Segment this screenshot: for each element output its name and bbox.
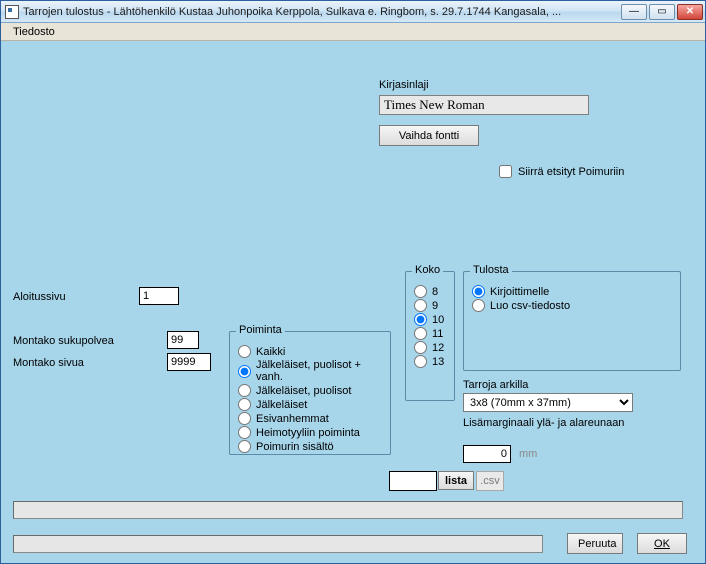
list-name-input[interactable] <box>389 471 437 491</box>
poiminta-legend: Poiminta <box>236 324 285 336</box>
tulosta-legend: Tulosta <box>470 264 512 276</box>
tulosta-option[interactable]: Luo csv-tiedosto <box>472 299 672 312</box>
koko-radio[interactable] <box>414 285 427 298</box>
poiminta-label: Jälkeläiset <box>256 399 307 411</box>
poiminta-radio[interactable] <box>238 440 251 453</box>
start-page-label: Aloitussivu <box>13 291 66 303</box>
poiminta-radio[interactable] <box>238 365 251 378</box>
font-label: Kirjasinlaji <box>379 79 429 91</box>
transfer-checkbox[interactable]: Siirrä etsityt Poimuriin <box>499 165 624 178</box>
koko-radio[interactable] <box>414 327 427 340</box>
koko-radio[interactable] <box>414 355 427 368</box>
lista-button[interactable]: lista <box>438 471 474 490</box>
poiminta-label: Kaikki <box>256 346 285 358</box>
pages-label: Montako sivua <box>13 357 84 369</box>
koko-label: 13 <box>432 356 444 368</box>
sheet-select[interactable]: 3x8 (70mm x 37mm) <box>463 393 633 412</box>
koko-label: 9 <box>432 300 438 312</box>
margin-unit: mm <box>519 448 537 460</box>
generations-label: Montako sukupolvea <box>13 335 114 347</box>
koko-option[interactable]: 11 <box>414 327 446 340</box>
close-button[interactable]: ✕ <box>677 4 703 20</box>
koko-option[interactable]: 8 <box>414 285 446 298</box>
poiminta-radio[interactable] <box>238 398 251 411</box>
koko-option[interactable]: 9 <box>414 299 446 312</box>
client-area: Kirjasinlaji Times New Roman Vaihda font… <box>1 41 705 563</box>
ok-button-label: OK <box>654 538 670 550</box>
poiminta-label: Poimurin sisältö <box>256 441 334 453</box>
tulosta-radio[interactable] <box>472 299 485 312</box>
margin-input[interactable] <box>463 445 511 463</box>
poiminta-label: Jälkeläiset, puolisot + vanh. <box>256 359 382 383</box>
window: Tarrojen tulostus - Lähtöhenkilö Kustaa … <box>0 0 706 564</box>
koko-label: 10 <box>432 314 444 326</box>
tulosta-option[interactable]: Kirjoittimelle <box>472 285 672 298</box>
status-bar-1 <box>13 501 683 519</box>
window-title: Tarrojen tulostus - Lähtöhenkilö Kustaa … <box>23 6 621 18</box>
koko-option[interactable]: 10 <box>414 313 446 326</box>
tulosta-radio[interactable] <box>472 285 485 298</box>
menubar: Tiedosto <box>1 23 705 41</box>
koko-label: 11 <box>432 328 443 340</box>
window-buttons: — ▭ ✕ <box>621 4 703 20</box>
transfer-checkbox-label: Siirrä etsityt Poimuriin <box>518 166 624 178</box>
koko-option[interactable]: 12 <box>414 341 446 354</box>
poiminta-option[interactable]: Esivanhemmat <box>238 412 382 425</box>
koko-label: 8 <box>432 286 438 298</box>
menu-file[interactable]: Tiedosto <box>5 25 63 39</box>
poiminta-group: Poiminta KaikkiJälkeläiset, puolisot + v… <box>229 331 391 455</box>
poiminta-radio[interactable] <box>238 345 251 358</box>
start-page-input[interactable] <box>139 287 179 305</box>
poiminta-label: Jälkeläiset, puolisot <box>256 385 351 397</box>
status-bar-2 <box>13 535 543 553</box>
poiminta-radio[interactable] <box>238 412 251 425</box>
koko-radio[interactable] <box>414 299 427 312</box>
titlebar: Tarrojen tulostus - Lähtöhenkilö Kustaa … <box>1 1 705 23</box>
tulosta-group: Tulosta KirjoittimelleLuo csv-tiedosto <box>463 271 681 371</box>
generations-input[interactable] <box>167 331 199 349</box>
csv-ext-label: .csv <box>476 471 504 491</box>
poiminta-label: Heimotyyliin poiminta <box>256 427 360 439</box>
app-icon <box>5 5 19 19</box>
koko-option[interactable]: 13 <box>414 355 446 368</box>
poiminta-option[interactable]: Poimurin sisältö <box>238 440 382 453</box>
sheet-label: Tarroja arkilla <box>463 379 528 391</box>
koko-radio[interactable] <box>414 341 427 354</box>
poiminta-label: Esivanhemmat <box>256 413 329 425</box>
ok-button[interactable]: OK <box>637 533 687 554</box>
poiminta-option[interactable]: Jälkeläiset, puolisot + vanh. <box>238 359 382 383</box>
cancel-button[interactable]: Peruuta <box>567 533 623 554</box>
poiminta-radio[interactable] <box>238 426 251 439</box>
margin-label: Lisämarginaali ylä- ja alareunaan <box>463 417 624 429</box>
change-font-button[interactable]: Vaihda fontti <box>379 125 479 146</box>
tulosta-label: Kirjoittimelle <box>490 286 549 298</box>
poiminta-radio[interactable] <box>238 384 251 397</box>
font-display: Times New Roman <box>379 95 589 115</box>
tulosta-label: Luo csv-tiedosto <box>490 300 570 312</box>
pages-input[interactable] <box>167 353 211 371</box>
koko-legend: Koko <box>412 264 443 276</box>
maximize-button[interactable]: ▭ <box>649 4 675 20</box>
poiminta-option[interactable]: Heimotyyliin poiminta <box>238 426 382 439</box>
poiminta-option[interactable]: Kaikki <box>238 345 382 358</box>
poiminta-option[interactable]: Jälkeläiset, puolisot <box>238 384 382 397</box>
minimize-button[interactable]: — <box>621 4 647 20</box>
koko-group: Koko 8910111213 <box>405 271 455 401</box>
koko-radio[interactable] <box>414 313 427 326</box>
poiminta-option[interactable]: Jälkeläiset <box>238 398 382 411</box>
transfer-checkbox-input[interactable] <box>499 165 512 178</box>
koko-label: 12 <box>432 342 444 354</box>
